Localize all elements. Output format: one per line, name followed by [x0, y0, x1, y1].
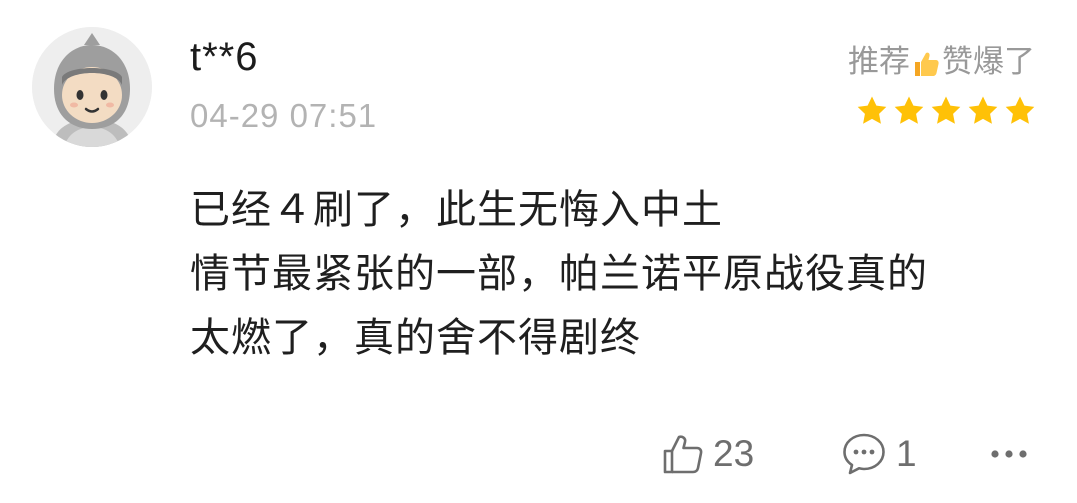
review-content-line: 已经４刷了，此生无悔入中土 — [190, 187, 723, 233]
star-icon — [1005, 96, 1035, 124]
star-icon — [894, 96, 924, 124]
star-rating — [855, 94, 1037, 128]
rating-label: 推荐 赞爆了 — [848, 40, 1035, 84]
more-options-button[interactable] — [985, 424, 1033, 484]
review-timestamp: 04-29 07:51 — [190, 97, 378, 134]
comment-button[interactable]: 1 — [840, 424, 917, 484]
star-icon — [857, 96, 887, 124]
thumbs-up-emoji-icon — [911, 47, 941, 77]
more-dots-icon — [991, 450, 1027, 458]
rating-label-suffix: 赞爆了 — [942, 44, 1035, 80]
star-icon — [968, 96, 998, 124]
comment-count: 1 — [896, 433, 917, 474]
review-content-line: 情节最紧张的一部，帕兰诺平原战役真的 — [190, 251, 928, 297]
review-content: 已经４刷了，此生无悔入中土 情节最紧张的一部，帕兰诺平原战役真的 太燃了，真的舍… — [190, 178, 1050, 370]
like-count: 23 — [713, 433, 755, 474]
avatar[interactable] — [32, 27, 152, 147]
thumbs-up-icon — [663, 435, 703, 474]
star-icon — [931, 96, 961, 124]
like-button[interactable]: 23 — [661, 424, 754, 484]
avatar-image — [32, 27, 152, 147]
review-content-line: 太燃了，真的舍不得剧终 — [190, 315, 641, 361]
username[interactable]: t**6 — [190, 32, 259, 82]
rating-label-prefix: 推荐 — [848, 44, 910, 80]
comment-bubble-icon — [843, 433, 885, 475]
review-actions: 23 1 — [0, 424, 1077, 484]
